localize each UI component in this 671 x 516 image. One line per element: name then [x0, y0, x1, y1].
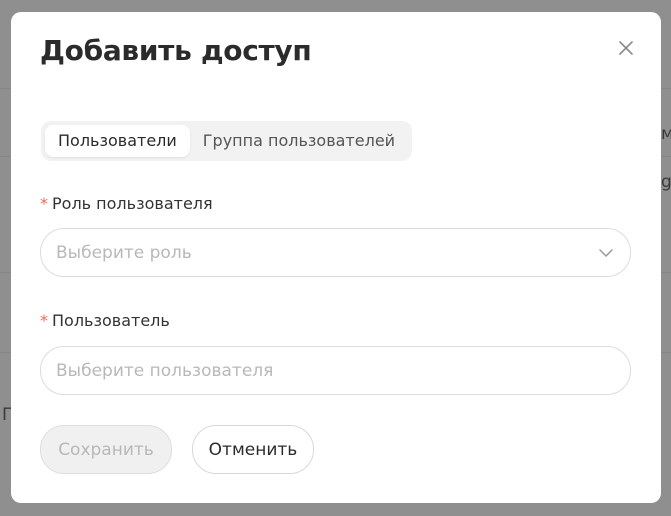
add-access-dialog: Добавить доступ Пользователи Группа поль… — [11, 12, 661, 503]
tab-user-group[interactable]: Группа пользователей — [190, 125, 408, 157]
role-select[interactable]: Выберите роль — [40, 228, 631, 277]
save-button[interactable]: Сохранить — [40, 425, 172, 474]
background-text-fragment: g — [661, 172, 671, 192]
user-field-label: * Пользователь — [40, 311, 170, 330]
close-button[interactable] — [615, 37, 637, 59]
chevron-down-icon — [599, 248, 613, 257]
required-mark: * — [40, 194, 48, 213]
dialog-title: Добавить доступ — [40, 34, 312, 67]
role-select-placeholder: Выберите роль — [56, 242, 192, 263]
user-select[interactable]: Выберите пользователя — [40, 346, 631, 395]
user-select-placeholder: Выберите пользователя — [56, 360, 274, 381]
tab-users[interactable]: Пользователи — [45, 125, 190, 157]
close-icon — [619, 41, 633, 55]
user-label-text: Пользователь — [52, 311, 170, 330]
role-label-text: Роль пользователя — [52, 194, 213, 213]
tab-switcher: Пользователи Группа пользователей — [41, 121, 413, 161]
background-text-fragment: м — [661, 124, 671, 144]
required-mark: * — [40, 311, 48, 330]
cancel-button[interactable]: Отменить — [192, 425, 314, 474]
role-field-label: * Роль пользователя — [40, 194, 213, 213]
